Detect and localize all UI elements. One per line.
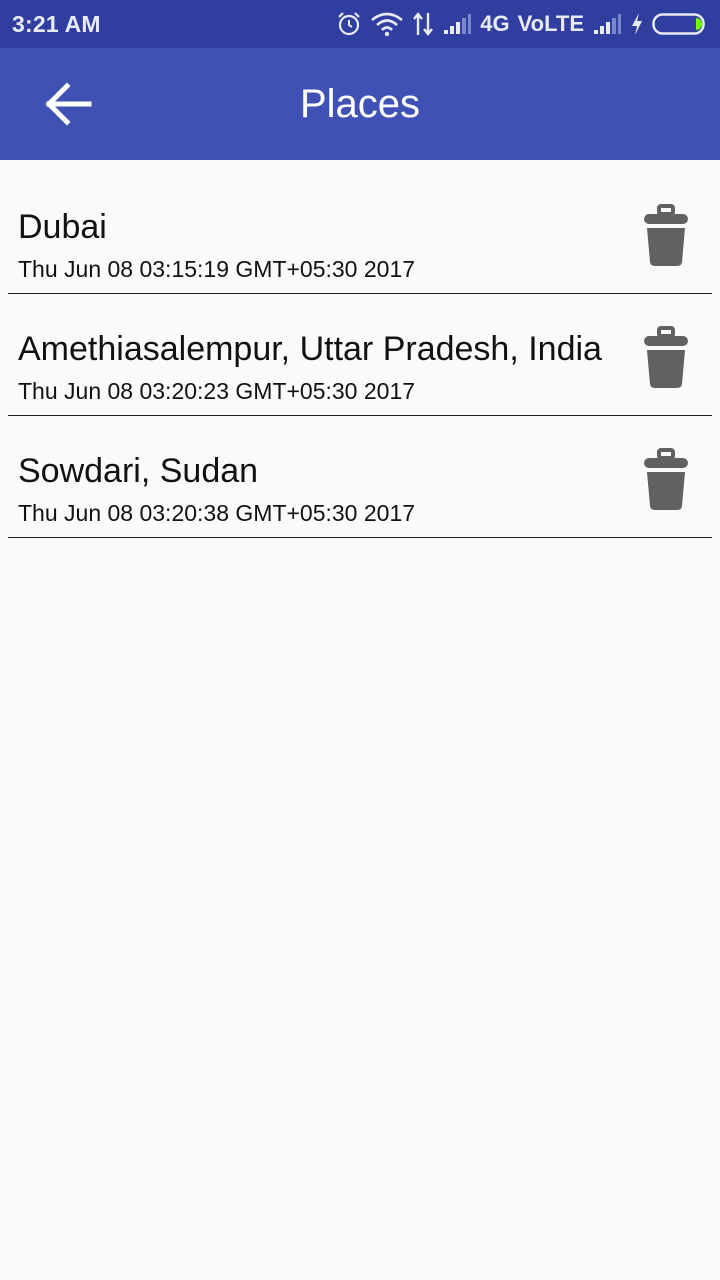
status-icons: 4G VoLTE [336, 0, 708, 48]
battery-icon [652, 13, 705, 35]
volte-label: VoLTE [517, 11, 584, 36]
app-bar: Places [0, 48, 720, 160]
place-date: Thu Jun 08 03:20:38 GMT+05:30 2017 [18, 500, 416, 526]
signal-icon [594, 14, 621, 34]
status-time: 3:21 AM [12, 10, 101, 37]
network-type: 4G [480, 11, 510, 36]
places-list: Dubai Thu Jun 08 03:15:19 GMT+05:30 2017… [0, 160, 720, 538]
place-name: Amethiasalempur, Uttar Pradesh, India [18, 330, 602, 368]
alarm-icon [338, 12, 361, 36]
data-transfer-icon [413, 12, 434, 36]
place-date: Thu Jun 08 03:15:19 GMT+05:30 2017 [18, 256, 416, 282]
trash-icon[interactable] [642, 204, 690, 268]
signal-icon [444, 14, 472, 34]
list-item[interactable]: Amethiasalempur, Uttar Pradesh, India Th… [8, 294, 712, 416]
wifi-icon [371, 12, 404, 37]
status-bar: 3:21 AM 4G VoLTE [0, 0, 720, 48]
trash-icon[interactable] [642, 326, 690, 390]
list-item[interactable]: Sowdari, Sudan Thu Jun 08 03:20:38 GMT+0… [8, 416, 712, 538]
place-name: Dubai [18, 208, 107, 246]
page-title: Places [299, 82, 421, 126]
place-date: Thu Jun 08 03:20:23 GMT+05:30 2017 [18, 378, 416, 404]
trash-icon[interactable] [642, 448, 690, 512]
charging-icon [632, 13, 642, 35]
place-name: Sowdari, Sudan [18, 452, 259, 490]
list-item[interactable]: Dubai Thu Jun 08 03:15:19 GMT+05:30 2017 [8, 160, 712, 294]
